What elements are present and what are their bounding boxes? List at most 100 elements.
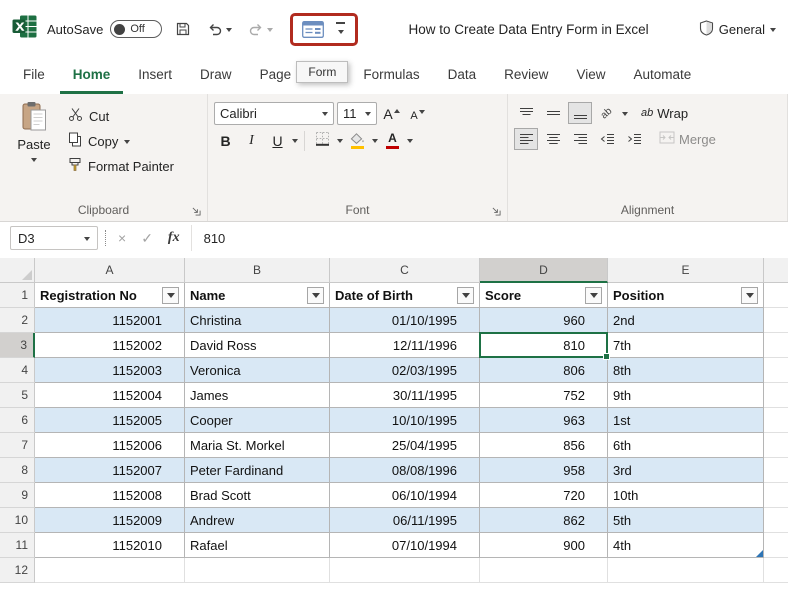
row-header[interactable]: 1 [0, 283, 35, 308]
header-cell-registration-no[interactable]: Registration No [35, 283, 185, 308]
select-all-button[interactable] [0, 258, 35, 283]
cell[interactable]: 1152010 [35, 533, 185, 558]
name-box[interactable]: D3 [10, 226, 98, 250]
align-right-button[interactable] [568, 128, 592, 150]
row-header[interactable]: 11 [0, 533, 35, 558]
cell[interactable]: 25/04/1995 [330, 433, 480, 458]
row-header[interactable]: 9 [0, 483, 35, 508]
cell[interactable]: Brad Scott [185, 483, 330, 508]
wrap-text-button[interactable]: ab Wrap [641, 106, 688, 121]
autosave-switch[interactable]: Off [110, 20, 162, 38]
empty-cell[interactable] [764, 433, 788, 458]
empty-cell[interactable] [764, 533, 788, 558]
cell[interactable]: 1152004 [35, 383, 185, 408]
cell[interactable]: 5th [608, 508, 764, 533]
cut-button[interactable]: Cut [64, 105, 178, 127]
cell[interactable]: 6th [608, 433, 764, 458]
cell[interactable]: 1st [608, 408, 764, 433]
underline-button[interactable]: U [266, 129, 289, 152]
header-cell-date-of-birth[interactable]: Date of Birth [330, 283, 480, 308]
column-header-c[interactable]: C [330, 258, 480, 283]
increase-indent-button[interactable] [622, 128, 646, 150]
cell[interactable]: Andrew [185, 508, 330, 533]
redo-dropdown-icon[interactable] [267, 28, 273, 35]
cell[interactable]: 862 [480, 508, 608, 533]
cell[interactable]: 900 [480, 533, 608, 558]
cell[interactable]: 752 [480, 383, 608, 408]
empty-cell[interactable] [480, 558, 608, 583]
column-header-a[interactable]: A [35, 258, 185, 283]
filter-button[interactable] [162, 287, 179, 304]
tab-file[interactable]: File [10, 58, 58, 94]
tab-review[interactable]: Review [491, 58, 561, 94]
undo-dropdown-icon[interactable] [226, 28, 232, 35]
cell[interactable]: 963 [480, 408, 608, 433]
sensitivity-button[interactable]: General [699, 20, 776, 39]
empty-cell[interactable] [764, 383, 788, 408]
borders-button[interactable] [311, 129, 334, 152]
formula-input[interactable]: 810 [191, 225, 788, 251]
decrease-font-size-button[interactable]: A [406, 102, 429, 125]
cell[interactable]: 1152007 [35, 458, 185, 483]
cell[interactable]: 720 [480, 483, 608, 508]
bold-button[interactable]: B [214, 129, 237, 152]
cell[interactable]: Veronica [185, 358, 330, 383]
row-header[interactable]: 10 [0, 508, 35, 533]
cell[interactable]: 960 [480, 308, 608, 333]
filter-button[interactable] [457, 287, 474, 304]
cell[interactable]: Rafael [185, 533, 330, 558]
tab-automate[interactable]: Automate [620, 58, 704, 94]
cell[interactable]: James [185, 383, 330, 408]
row-header[interactable]: 6 [0, 408, 35, 433]
row-header[interactable]: 12 [0, 558, 35, 583]
cell[interactable]: 02/03/1995 [330, 358, 480, 383]
cell[interactable]: 10/10/1995 [330, 408, 480, 433]
cell[interactable]: 01/10/1995 [330, 308, 480, 333]
empty-cell[interactable] [608, 558, 764, 583]
cell[interactable]: 7th [608, 333, 764, 358]
row-header[interactable]: 7 [0, 433, 35, 458]
filter-button[interactable] [741, 287, 758, 304]
format-painter-button[interactable]: Format Painter [64, 155, 178, 177]
empty-cell[interactable] [764, 408, 788, 433]
empty-cell[interactable] [764, 458, 788, 483]
form-button[interactable] [301, 20, 325, 39]
chevron-down-icon[interactable] [622, 112, 628, 119]
cell[interactable]: Christina [185, 308, 330, 333]
cell[interactable]: 1152009 [35, 508, 185, 533]
row-header[interactable]: 4 [0, 358, 35, 383]
filter-button[interactable] [585, 287, 602, 304]
tab-draw[interactable]: Draw [187, 58, 245, 94]
italic-button[interactable]: I [240, 129, 263, 152]
cell[interactable]: 9th [608, 383, 764, 408]
chevron-down-icon[interactable] [292, 139, 298, 146]
font-name-select[interactable]: Calibri [214, 102, 334, 125]
save-button[interactable] [172, 18, 194, 40]
cell[interactable]: 1152008 [35, 483, 185, 508]
enter-icon[interactable]: ✓ [137, 230, 157, 247]
font-dialog-launcher[interactable] [492, 207, 501, 216]
cell[interactable]: 856 [480, 433, 608, 458]
cell[interactable]: 1152003 [35, 358, 185, 383]
empty-cell[interactable] [35, 558, 185, 583]
cell[interactable]: 06/11/1995 [330, 508, 480, 533]
cell[interactable]: Peter Fardinand [185, 458, 330, 483]
cell[interactable]: 08/08/1996 [330, 458, 480, 483]
undo-button[interactable] [204, 18, 235, 40]
column-header-e[interactable]: E [608, 258, 764, 283]
orientation-button[interactable]: ab [595, 102, 619, 124]
active-cell[interactable]: 810 [480, 333, 608, 358]
tab-view[interactable]: View [563, 58, 618, 94]
merge-center-button[interactable]: Merge [659, 131, 716, 147]
cell[interactable]: David Ross [185, 333, 330, 358]
filter-button[interactable] [307, 287, 324, 304]
tab-home[interactable]: Home [60, 58, 124, 94]
middle-align-button[interactable] [541, 102, 565, 124]
autosave-toggle[interactable]: AutoSave Off [47, 20, 162, 38]
increase-font-size-button[interactable]: A [380, 102, 403, 125]
empty-cell[interactable] [764, 358, 788, 383]
empty-cell[interactable] [764, 283, 788, 308]
top-align-button[interactable] [514, 102, 538, 124]
cell[interactable]: 3rd [608, 458, 764, 483]
cell[interactable]: 958 [480, 458, 608, 483]
